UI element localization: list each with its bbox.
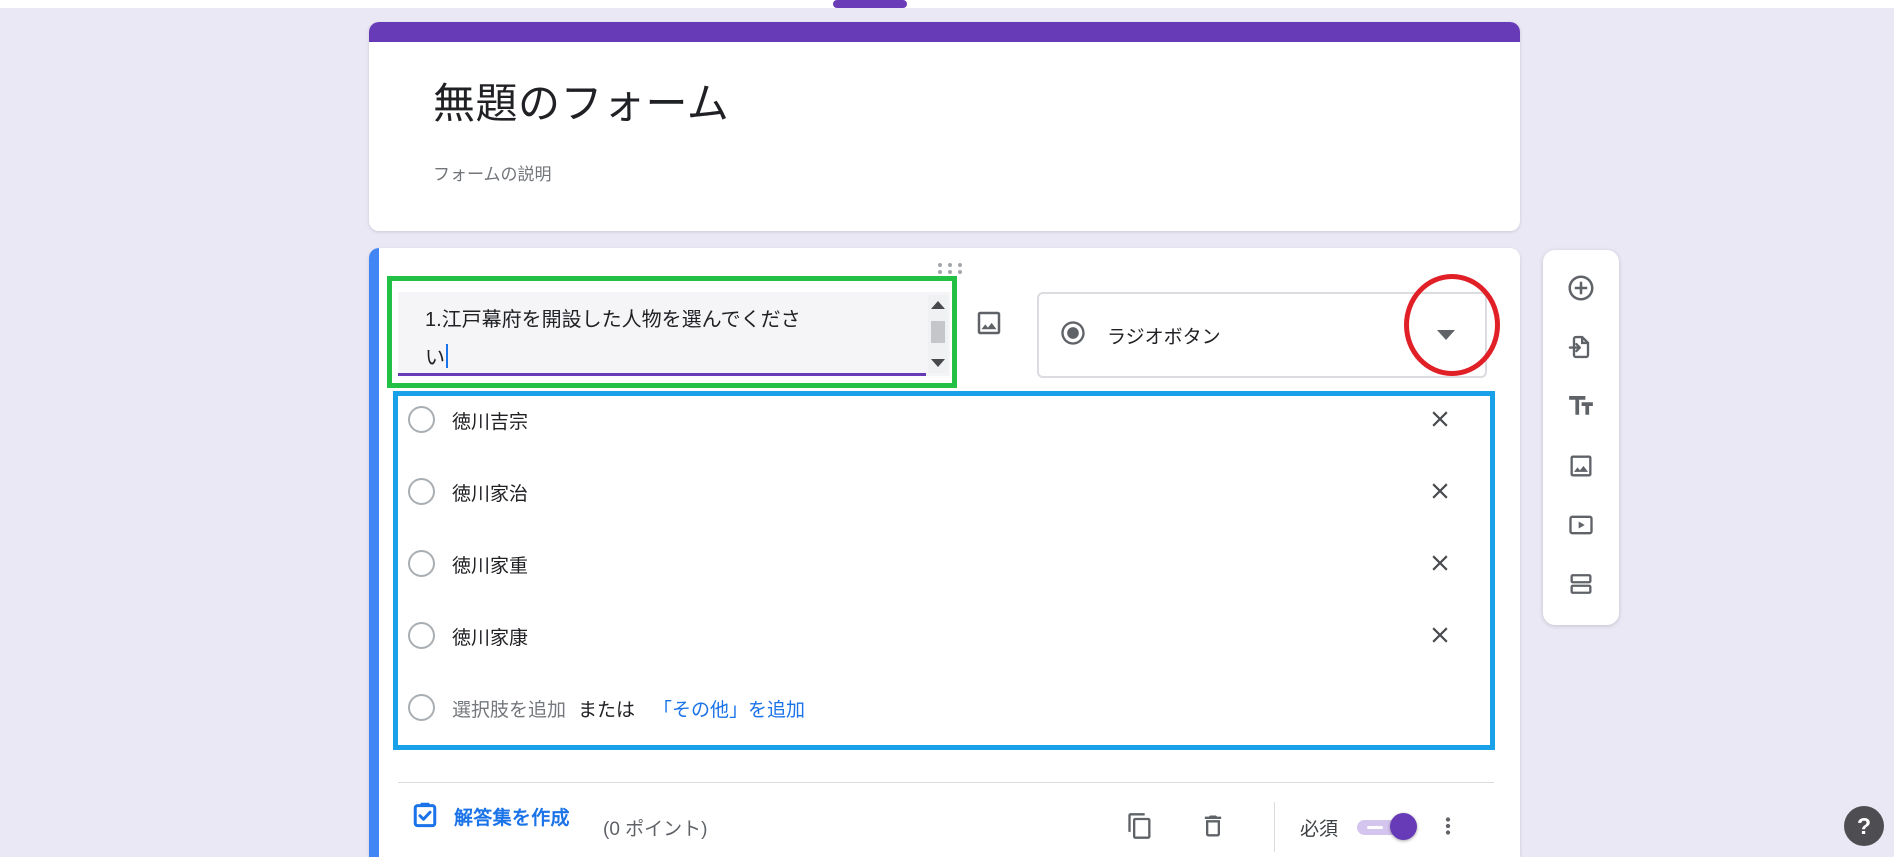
question-toolbar bbox=[1543, 250, 1619, 625]
scrollbar-thumb[interactable] bbox=[931, 321, 945, 343]
answer-key-label: 解答集を作成 bbox=[454, 803, 570, 830]
add-image-icon bbox=[1567, 452, 1595, 483]
add-image-to-question-button[interactable] bbox=[965, 300, 1013, 348]
close-icon bbox=[1427, 622, 1453, 651]
required-label: 必須 bbox=[1300, 814, 1338, 841]
add-video-icon bbox=[1567, 511, 1595, 542]
footer-vertical-divider bbox=[1274, 802, 1275, 852]
scroll-up-icon[interactable] bbox=[931, 301, 945, 309]
option-label[interactable]: 徳川家治 bbox=[452, 479, 528, 506]
option-label[interactable]: 徳川家重 bbox=[452, 551, 528, 578]
question-card[interactable]: 1.江戸幕府を開設した人物を選んでくださ い ラジオボタン bbox=[369, 248, 1520, 857]
required-toggle[interactable] bbox=[1357, 813, 1419, 841]
question-type-select[interactable]: ラジオボタン bbox=[1037, 292, 1487, 378]
question-type-label: ラジオボタン bbox=[1107, 322, 1221, 349]
add-image-button[interactable] bbox=[1561, 447, 1601, 487]
copy-icon bbox=[1126, 812, 1154, 843]
radio-circle-icon bbox=[408, 550, 435, 577]
radio-circle-icon bbox=[408, 694, 435, 721]
textarea-scrollbar[interactable] bbox=[928, 295, 948, 373]
question-mark-icon: ? bbox=[1857, 813, 1871, 840]
add-video-button[interactable] bbox=[1561, 507, 1601, 547]
add-option-row[interactable]: 選択肢を追加または「その他」を追加 bbox=[398, 688, 1491, 728]
import-questions-icon bbox=[1567, 333, 1595, 364]
remove-option-button[interactable] bbox=[1424, 548, 1456, 580]
scroll-down-icon[interactable] bbox=[931, 359, 945, 367]
form-title-input[interactable]: 無題のフォーム bbox=[433, 70, 729, 131]
close-icon bbox=[1427, 406, 1453, 435]
question-text-line1: 1.江戸幕府を開設した人物を選んでくださ bbox=[425, 303, 801, 332]
focus-underline bbox=[398, 373, 926, 376]
duplicate-question-button[interactable] bbox=[1116, 803, 1164, 851]
form-title-card[interactable]: 無題のフォーム フォームの説明 bbox=[369, 22, 1520, 231]
option-row[interactable]: 徳川家治 bbox=[398, 472, 1491, 512]
add-option-label[interactable]: 選択肢を追加または「その他」を追加 bbox=[452, 695, 805, 722]
clipboard-check-icon bbox=[410, 799, 440, 834]
close-icon bbox=[1427, 478, 1453, 507]
add-other-link[interactable]: 「その他」を追加 bbox=[653, 700, 805, 721]
more-options-button[interactable] bbox=[1424, 803, 1472, 851]
selected-card-indicator bbox=[369, 248, 379, 857]
question-text-input[interactable]: 1.江戸幕府を開設した人物を選んでくださ い bbox=[398, 292, 950, 376]
drag-handle-icon[interactable] bbox=[935, 261, 965, 276]
question-text-line2: い bbox=[425, 341, 448, 370]
more-vert-icon bbox=[1435, 813, 1461, 842]
answer-key-button[interactable]: 解答集を作成 bbox=[410, 799, 570, 834]
add-question-button[interactable] bbox=[1561, 269, 1601, 309]
add-section-button[interactable] bbox=[1561, 566, 1601, 606]
option-row[interactable]: 徳川家康 bbox=[398, 616, 1491, 656]
footer-divider bbox=[398, 782, 1494, 783]
form-description-input[interactable]: フォームの説明 bbox=[433, 160, 552, 185]
option-label[interactable]: 徳川家康 bbox=[452, 623, 528, 650]
close-icon bbox=[1427, 550, 1453, 579]
add-section-icon bbox=[1567, 570, 1595, 601]
option-row[interactable]: 徳川家重 bbox=[398, 544, 1491, 584]
import-questions-button[interactable] bbox=[1561, 328, 1601, 368]
purple-tab-sliver bbox=[833, 0, 907, 8]
theme-header-bar bbox=[369, 22, 1520, 42]
delete-question-button[interactable] bbox=[1189, 803, 1237, 851]
chevron-down-icon[interactable] bbox=[1437, 330, 1455, 340]
remove-option-button[interactable] bbox=[1424, 476, 1456, 508]
top-app-bar-sliver bbox=[0, 0, 1894, 8]
points-label: (0 ポイント) bbox=[603, 814, 708, 841]
radio-circle-icon bbox=[408, 406, 435, 433]
toggle-thumb[interactable] bbox=[1390, 813, 1417, 840]
remove-option-button[interactable] bbox=[1424, 620, 1456, 652]
option-label[interactable]: 徳川吉宗 bbox=[452, 407, 528, 434]
radio-circle-icon bbox=[408, 478, 435, 505]
add-title-icon bbox=[1566, 391, 1596, 424]
text-cursor bbox=[446, 344, 448, 368]
add-title-button[interactable] bbox=[1561, 388, 1601, 428]
add-question-icon bbox=[1566, 273, 1596, 306]
toggle-track-dash bbox=[1367, 826, 1383, 829]
trash-icon bbox=[1199, 812, 1227, 843]
image-icon bbox=[974, 308, 1004, 341]
google-forms-editor: 無題のフォーム フォームの説明 1.江戸幕府を開設した人物を選んでくださ い bbox=[0, 0, 1894, 857]
radio-button-icon bbox=[1059, 319, 1087, 352]
remove-option-button[interactable] bbox=[1424, 404, 1456, 436]
radio-circle-icon bbox=[408, 622, 435, 649]
option-row[interactable]: 徳川吉宗 bbox=[398, 400, 1491, 440]
help-button[interactable]: ? bbox=[1844, 806, 1884, 846]
